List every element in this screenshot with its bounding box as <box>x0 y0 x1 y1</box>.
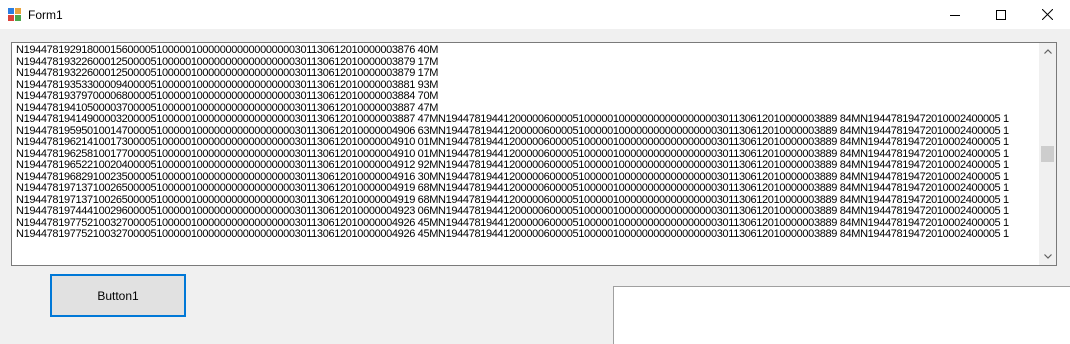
textbox-line: N194478196829100235000051000001000000000… <box>16 171 1009 183</box>
chevron-down-icon <box>1043 254 1052 259</box>
textbox-line: N194478197137100265000051000001000000000… <box>16 183 1009 194</box>
minimize-icon <box>950 14 960 16</box>
textbox-line: N194478196258100177000051000001000000000… <box>16 148 1009 160</box>
close-button[interactable] <box>1024 0 1070 29</box>
textbox-line: N194478193533000094000051000001000000000… <box>16 79 439 91</box>
winforms-app-icon <box>8 8 21 21</box>
scroll-up-button[interactable] <box>1039 43 1056 60</box>
textbox-line: N194478197752100327000051000001000000000… <box>16 217 1009 229</box>
chevron-up-icon <box>1043 49 1052 54</box>
output-panel <box>613 286 1070 344</box>
maximize-button[interactable] <box>978 0 1024 29</box>
textbox-line: N194478197444100296000051000001000000000… <box>16 206 1009 217</box>
textbox-line: N194478197137100265000051000001000000000… <box>16 194 1009 206</box>
close-icon <box>1041 9 1053 20</box>
textbox-line: N194478195950100147000051000001000000000… <box>16 125 1009 137</box>
textbox-line: N194478196214100173000051000001000000000… <box>16 137 1009 148</box>
textbox-line: N194478193226000125000051000001000000000… <box>16 56 439 68</box>
minimize-button[interactable] <box>932 0 978 29</box>
vertical-scrollbar[interactable] <box>1039 43 1056 265</box>
form1-window: Form1 N194478192918000156000051000001000… <box>0 0 1070 344</box>
title-bar[interactable]: Form1 <box>0 0 1070 29</box>
textbox-line: N194478197752100327000051000001000000000… <box>16 229 1009 240</box>
textbox-line: N194478194105000037000051000001000000000… <box>16 102 439 114</box>
textbox-line: N194478196522100204000051000001000000000… <box>16 160 1009 171</box>
textbox-line: N194478194149000032000051000001000000000… <box>16 114 1009 125</box>
textbox-line: N194478192918000156000051000001000000000… <box>16 45 439 56</box>
button1[interactable]: Button1 <box>50 274 186 317</box>
maximize-icon <box>996 9 1006 20</box>
textbox-line: N194478193797000068000051000001000000000… <box>16 91 439 102</box>
scroll-thumb[interactable] <box>1041 146 1054 162</box>
multiline-textbox[interactable]: N194478192918000156000051000001000000000… <box>11 42 1057 266</box>
textbox-line: N194478193226000125000051000001000000000… <box>16 68 439 79</box>
scroll-down-button[interactable] <box>1039 248 1056 265</box>
scroll-track[interactable] <box>1039 60 1056 248</box>
window-title: Form1 <box>28 8 63 22</box>
textbox-content[interactable]: N194478192918000156000051000001000000000… <box>16 45 1040 265</box>
